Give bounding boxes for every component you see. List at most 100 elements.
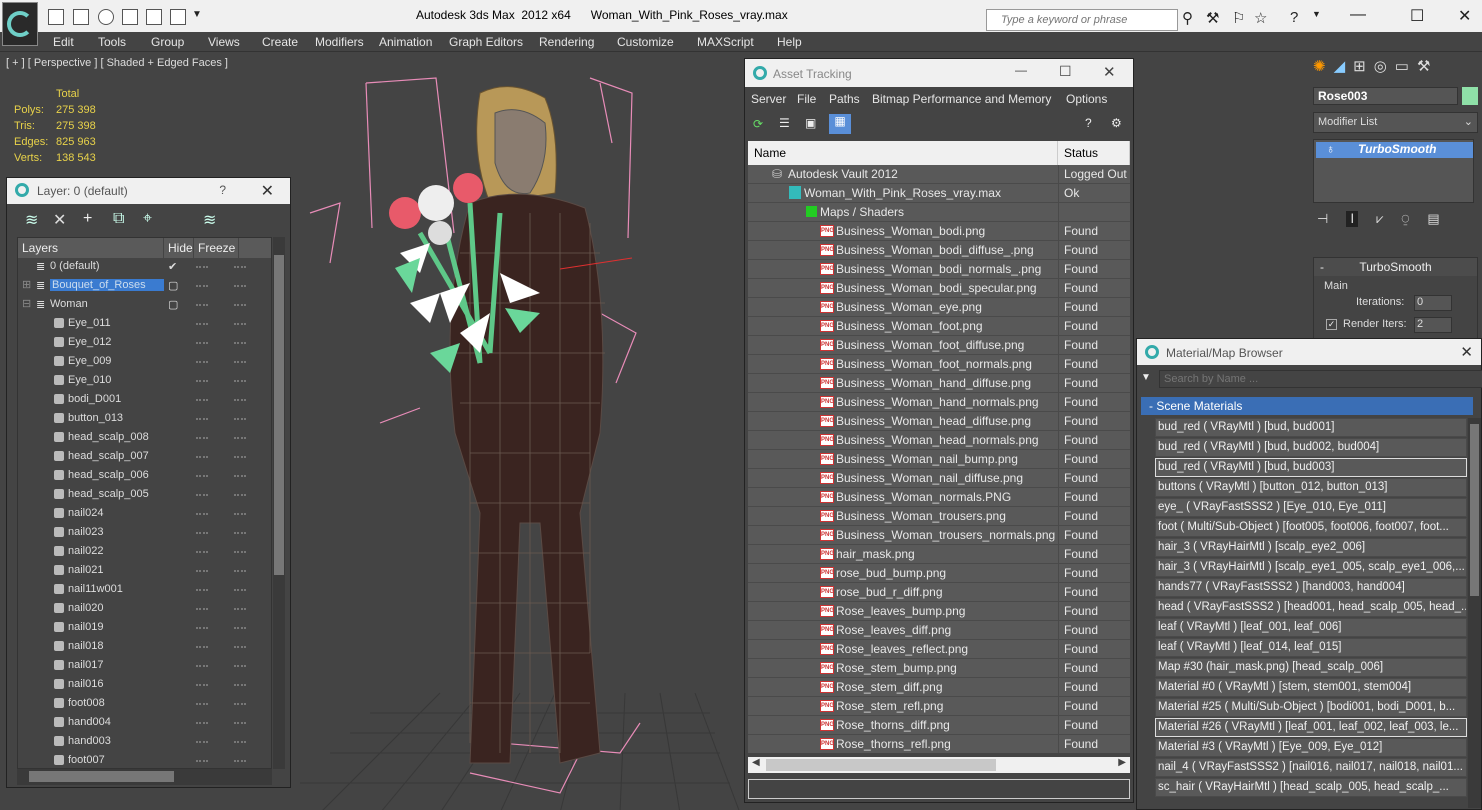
help-icon[interactable]: ? xyxy=(219,183,226,197)
asset-row[interactable]: PNG Business_Woman_foot.png Found xyxy=(748,317,1130,336)
asset-row[interactable]: PNG Rose_leaves_reflect.png Found xyxy=(748,640,1130,659)
layer-vertical-scrollbar[interactable] xyxy=(273,237,285,769)
layer-horizontal-scrollbar[interactable] xyxy=(17,769,272,785)
hide-toggle[interactable] xyxy=(196,684,208,686)
modifier-stack-item[interactable]: ♁ TurboSmooth xyxy=(1316,142,1473,158)
undo-icon[interactable] xyxy=(98,9,114,25)
material-item[interactable]: Material #26 ( VRayMtl ) [leaf_001, leaf… xyxy=(1155,718,1467,737)
layer-row[interactable]: ⊞ ≣ Bouquet_of_Roses ▢ xyxy=(18,277,271,296)
asset-row[interactable]: PNG Rose_leaves_diff.png Found xyxy=(748,621,1130,640)
layer-object-row[interactable]: nail024 xyxy=(18,505,271,524)
hide-toggle[interactable] xyxy=(196,532,208,534)
asset-row[interactable]: Maps / Shaders xyxy=(748,203,1130,222)
menu-bitmap-performance[interactable]: Bitmap Performance and Memory xyxy=(872,92,1051,106)
material-item[interactable]: hair_3 ( VRayHairMtl ) [scalp_eye2_006] xyxy=(1155,538,1467,557)
layer-object-row[interactable]: button_013 xyxy=(18,410,271,429)
layer-object-row[interactable]: Eye_010 xyxy=(18,372,271,391)
material-item[interactable]: leaf ( VRayMtl ) [leaf_014, leaf_015] xyxy=(1155,638,1467,657)
highlight-layer-icon[interactable]: ⌖ xyxy=(143,210,152,228)
scene-materials-group[interactable]: - Scene Materials xyxy=(1141,397,1473,415)
layer-object-row[interactable]: head_scalp_006 xyxy=(18,467,271,486)
freeze-toggle[interactable] xyxy=(234,361,246,363)
material-vertical-scrollbar[interactable] xyxy=(1468,418,1481,808)
asset-row[interactable]: PNG Rose_leaves_bump.png Found xyxy=(748,602,1130,621)
freeze-toggle[interactable] xyxy=(234,437,246,439)
close-icon[interactable]: ✕ xyxy=(1103,63,1116,81)
hide-toggle[interactable] xyxy=(196,513,208,515)
current-layer-checkbox[interactable]: ▢ xyxy=(168,279,180,292)
help-icon[interactable]: ? xyxy=(1085,116,1092,130)
hide-toggle[interactable] xyxy=(196,323,208,325)
layer-object-row[interactable]: bodi_D001 xyxy=(18,391,271,410)
col-freeze[interactable]: Freeze xyxy=(194,238,239,258)
communication-icon[interactable]: ⚐ xyxy=(1232,9,1245,27)
save-file-icon[interactable] xyxy=(73,9,89,25)
freeze-toggle[interactable] xyxy=(234,608,246,610)
material-item[interactable]: Material #25 ( Multi/Sub-Object ) [bodi0… xyxy=(1155,698,1467,717)
modify-tab-icon[interactable]: ◢ xyxy=(1334,57,1346,79)
asset-row[interactable]: PNG Business_Woman_normals.PNG Found xyxy=(748,488,1130,507)
freeze-toggle[interactable] xyxy=(234,494,246,496)
freeze-toggle[interactable] xyxy=(234,399,246,401)
settings-icon[interactable]: ⚙ xyxy=(1111,116,1122,130)
hide-toggle[interactable] xyxy=(196,304,208,306)
hide-toggle[interactable] xyxy=(196,665,208,667)
material-item[interactable]: hair_3 ( VRayHairMtl ) [scalp_eye1_005, … xyxy=(1155,558,1467,577)
asset-row[interactable]: Woman_With_Pink_Roses_vray.max Ok xyxy=(748,184,1130,203)
quick-access-dropdown-icon[interactable]: ▼ xyxy=(192,9,202,20)
freeze-toggle[interactable] xyxy=(234,589,246,591)
close-icon[interactable]: ✕ xyxy=(1460,343,1473,361)
material-item[interactable]: head ( VRayFastSSS2 ) [head001, head_sca… xyxy=(1155,598,1467,617)
col-layers[interactable]: Layers xyxy=(18,238,164,258)
asset-row[interactable]: PNG Business_Woman_head_normals.png Found xyxy=(748,431,1130,450)
select-objects-icon[interactable]: ⧉ xyxy=(113,210,124,228)
asset-horizontal-scrollbar[interactable]: ◀ ▶ xyxy=(748,757,1130,773)
layer-object-row[interactable]: head_scalp_007 xyxy=(18,448,271,467)
col-name[interactable]: Name xyxy=(748,141,1058,165)
close-icon[interactable]: ✕ xyxy=(261,181,274,201)
layer-object-row[interactable]: hand003 xyxy=(18,733,271,752)
material-item[interactable]: leaf ( VRayMtl ) [leaf_001, leaf_006] xyxy=(1155,618,1467,637)
material-item[interactable]: eye_ ( VRayFastSSS2 ) [Eye_010, Eye_011] xyxy=(1155,498,1467,517)
freeze-toggle[interactable] xyxy=(234,684,246,686)
iterations-spinner[interactable]: 0 xyxy=(1414,295,1452,311)
hide-toggle[interactable] xyxy=(196,722,208,724)
minimize-icon[interactable]: — xyxy=(1015,63,1027,77)
redo-icon[interactable] xyxy=(122,9,138,25)
layer-row[interactable]: ≣ 0 (default) ✔ xyxy=(18,258,271,277)
close-icon[interactable]: ✕ xyxy=(1458,6,1471,26)
motion-tab-icon[interactable]: ◎ xyxy=(1374,57,1387,79)
subscription-icon[interactable]: ⚒ xyxy=(1206,9,1219,27)
asset-row[interactable]: PNG Business_Woman_bodi_diffuse_.png Found xyxy=(748,241,1130,260)
utilities-tab-icon[interactable]: ⚒ xyxy=(1417,57,1430,79)
menu-modifiers[interactable]: Modifiers xyxy=(315,35,364,49)
menu-paths[interactable]: Paths xyxy=(829,92,860,106)
help-icon[interactable]: ? xyxy=(1290,9,1298,26)
material-item[interactable]: buttons ( VRayMtl ) [button_012, button_… xyxy=(1155,478,1467,497)
hide-toggle[interactable] xyxy=(196,646,208,648)
scroll-thumb[interactable] xyxy=(1470,424,1479,596)
material-item[interactable]: hands77 ( VRayFastSSS2 ) [hand003, hand0… xyxy=(1155,578,1467,597)
hide-toggle[interactable] xyxy=(196,437,208,439)
asset-row[interactable]: PNG rose_bud_bump.png Found xyxy=(748,564,1130,583)
layer-object-row[interactable]: nail017 xyxy=(18,657,271,676)
freeze-toggle[interactable] xyxy=(234,304,246,306)
menu-maxscript[interactable]: MAXScript xyxy=(697,35,754,49)
layer-dialog-titlebar[interactable]: Layer: 0 (default) ? ✕ xyxy=(7,178,290,204)
layer-object-row[interactable]: nail019 xyxy=(18,619,271,638)
asset-row[interactable]: PNG hair_mask.png Found xyxy=(748,545,1130,564)
scroll-right-icon[interactable]: ▶ xyxy=(1118,757,1126,768)
help-search-input[interactable] xyxy=(987,10,1177,30)
asset-row[interactable]: PNG Rose_thorns_refl.png Found xyxy=(748,735,1130,753)
material-item[interactable]: foot ( Multi/Sub-Object ) [foot005, foot… xyxy=(1155,518,1467,537)
hide-toggle[interactable] xyxy=(196,494,208,496)
freeze-toggle[interactable] xyxy=(234,703,246,705)
delete-layer-icon[interactable]: ✕ xyxy=(53,210,66,230)
maximize-icon[interactable]: ☐ xyxy=(1059,63,1072,80)
asset-row[interactable]: PNG Rose_stem_refl.png Found xyxy=(748,697,1130,716)
menu-help[interactable]: Help xyxy=(777,35,802,49)
configure-sets-icon[interactable]: ▤ xyxy=(1427,211,1439,227)
material-item[interactable]: Material #3 ( VRayMtl ) [Eye_009, Eye_01… xyxy=(1155,738,1467,757)
render-iters-checkbox[interactable]: ✓ xyxy=(1326,319,1337,330)
asset-row[interactable]: PNG Business_Woman_bodi_normals_.png Found xyxy=(748,260,1130,279)
